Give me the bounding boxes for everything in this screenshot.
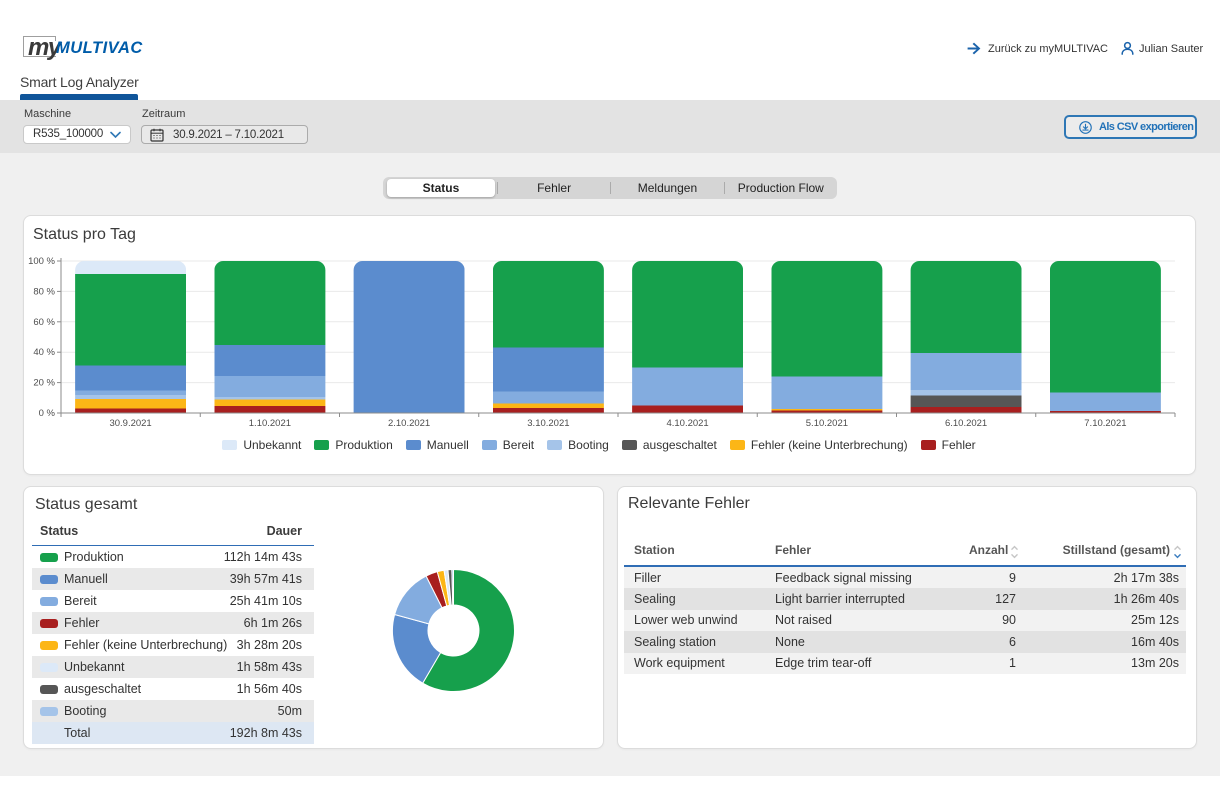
svg-text:1.10.2021: 1.10.2021 (249, 418, 291, 429)
svg-text:2.10.2021: 2.10.2021 (388, 418, 430, 429)
svg-text:20 %: 20 % (33, 378, 55, 389)
svg-text:40 %: 40 % (33, 347, 55, 358)
svg-text:6.10.2021: 6.10.2021 (945, 418, 987, 429)
svg-text:3.10.2021: 3.10.2021 (527, 418, 569, 429)
svg-text:0 %: 0 % (39, 408, 56, 419)
svg-text:100 %: 100 % (28, 256, 55, 267)
svg-text:60 %: 60 % (33, 317, 55, 328)
svg-text:80 %: 80 % (33, 286, 55, 297)
svg-text:5.10.2021: 5.10.2021 (806, 418, 848, 429)
svg-text:30.9.2021: 30.9.2021 (109, 418, 151, 429)
svg-text:7.10.2021: 7.10.2021 (1084, 418, 1126, 429)
svg-text:4.10.2021: 4.10.2021 (666, 418, 708, 429)
